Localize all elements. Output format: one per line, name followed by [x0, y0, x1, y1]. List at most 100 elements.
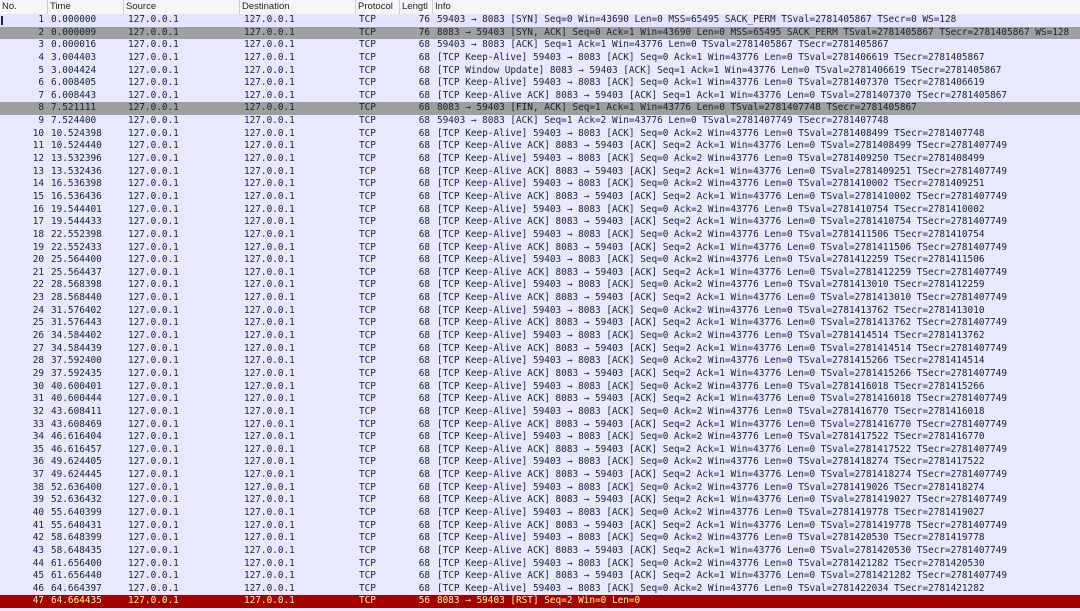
column-header-length[interactable]: Lengtl: [400, 0, 433, 14]
packet-row[interactable]: 37 49.624445 127.0.0.1 127.0.0.1 TCP 68 [TCP K…: [0, 469, 1080, 482]
packet-row[interactable]: 38 52.636400 127.0.0.1 127.0.0.1 TCP 68 [TCP K…: [0, 482, 1080, 495]
packet-time: 10.524398: [51, 127, 102, 139]
packet-protocol: TCP: [359, 532, 376, 544]
packet-row[interactable]: 47 64.664435 127.0.0.1 127.0.0.1 TCP 56 8083 →…: [0, 595, 1080, 609]
packet-info: [TCP Keep-Alive ACK] 8083 → 59403 [ACK] …: [437, 140, 1008, 152]
packet-row[interactable]: 23 28.568440 127.0.0.1 127.0.0.1 TCP 68 [TCP K…: [0, 292, 1080, 305]
packet-row[interactable]: 30 40.600401 127.0.0.1 127.0.0.1 TCP 68 [TCP K…: [0, 381, 1080, 394]
packet-source: 127.0.0.1: [128, 544, 179, 556]
packet-destination: 127.0.0.1: [244, 266, 295, 278]
packet-number: 40: [32, 506, 44, 518]
packet-info: [TCP Keep-Alive ACK] 8083 → 59403 [ACK] …: [437, 393, 1008, 405]
packet-row[interactable]: 5 3.004424 127.0.0.1 127.0.0.1 TCP 68 [TCP Win…: [0, 65, 1080, 78]
packet-number: 41: [32, 519, 44, 531]
packet-info: [TCP Keep-Alive] 59403 → 8083 [ACK] Seq=…: [437, 51, 985, 63]
packet-number: 28: [32, 355, 44, 367]
packet-source: 127.0.0.1: [128, 595, 179, 607]
packet-length: 68: [418, 216, 430, 228]
packet-row[interactable]: 28 37.592400 127.0.0.1 127.0.0.1 TCP 68 [TCP K…: [0, 355, 1080, 368]
packet-row[interactable]: 19 22.552433 127.0.0.1 127.0.0.1 TCP 68 [TCP K…: [0, 242, 1080, 255]
packet-row[interactable]: 21 25.564437 127.0.0.1 127.0.0.1 TCP 68 [TCP K…: [0, 267, 1080, 280]
packet-number: 47: [32, 595, 44, 607]
packet-protocol: TCP: [359, 418, 376, 430]
packet-row[interactable]: 40 55.640399 127.0.0.1 127.0.0.1 TCP 68 [TCP K…: [0, 507, 1080, 520]
packet-row[interactable]: 31 40.600444 127.0.0.1 127.0.0.1 TCP 68 [TCP K…: [0, 393, 1080, 406]
packet-row[interactable]: 11 10.524440 127.0.0.1 127.0.0.1 TCP 68 [TCP K…: [0, 140, 1080, 153]
packet-row[interactable]: 4 3.004403 127.0.0.1 127.0.0.1 TCP 68 [TCP Kee…: [0, 52, 1080, 65]
packet-info: [TCP Keep-Alive] 59403 → 8083 [ACK] Seq=…: [437, 304, 985, 316]
packet-row[interactable]: 12 13.532396 127.0.0.1 127.0.0.1 TCP 68 [TCP K…: [0, 153, 1080, 166]
packet-source: 127.0.0.1: [128, 304, 179, 316]
packet-length: 68: [418, 330, 430, 342]
packet-row[interactable]: 39 52.636432 127.0.0.1 127.0.0.1 TCP 68 [TCP K…: [0, 494, 1080, 507]
column-header-no[interactable]: No.: [0, 0, 48, 14]
packet-row[interactable]: 32 43.608411 127.0.0.1 127.0.0.1 TCP 68 [TCP K…: [0, 406, 1080, 419]
packet-row[interactable]: 34 46.616404 127.0.0.1 127.0.0.1 TCP 68 [TCP K…: [0, 431, 1080, 444]
packet-source: 127.0.0.1: [128, 431, 179, 443]
packet-source: 127.0.0.1: [128, 380, 179, 392]
column-header-protocol[interactable]: Protocol: [356, 0, 400, 14]
packet-row[interactable]: 36 49.624405 127.0.0.1 127.0.0.1 TCP 68 [TCP K…: [0, 456, 1080, 469]
column-header-source[interactable]: Source: [124, 0, 240, 14]
packet-row[interactable]: 16 19.544401 127.0.0.1 127.0.0.1 TCP 68 [TCP K…: [0, 204, 1080, 217]
packet-info: [TCP Keep-Alive] 59403 → 8083 [ACK] Seq=…: [437, 228, 985, 240]
packet-list: No. Time Source Destination Protocol Len…: [0, 0, 1080, 611]
packet-row[interactable]: 27 34.584439 127.0.0.1 127.0.0.1 TCP 68 [TCP K…: [0, 343, 1080, 356]
packet-row[interactable]: 18 22.552398 127.0.0.1 127.0.0.1 TCP 68 [TCP K…: [0, 229, 1080, 242]
packet-length: 68: [418, 165, 430, 177]
packet-row[interactable]: 29 37.592435 127.0.0.1 127.0.0.1 TCP 68 [TCP K…: [0, 368, 1080, 381]
packet-length: 68: [418, 582, 430, 594]
packet-row[interactable]: 45 61.656440 127.0.0.1 127.0.0.1 TCP 68 [TCP K…: [0, 570, 1080, 583]
packet-length: 68: [418, 494, 430, 506]
packet-row[interactable]: 3 0.000016 127.0.0.1 127.0.0.1 TCP 68 59403 → …: [0, 39, 1080, 52]
packet-row[interactable]: 7 6.008443 127.0.0.1 127.0.0.1 TCP 68 [TCP Kee…: [0, 90, 1080, 103]
packet-row[interactable]: 24 31.576402 127.0.0.1 127.0.0.1 TCP 68 [TCP K…: [0, 305, 1080, 318]
packet-row[interactable]: 10 10.524398 127.0.0.1 127.0.0.1 TCP 68 [TCP K…: [0, 128, 1080, 141]
packet-row[interactable]: 42 58.648399 127.0.0.1 127.0.0.1 TCP 68 [TCP K…: [0, 532, 1080, 545]
packet-info: [TCP Keep-Alive ACK] 8083 → 59403 [ACK] …: [437, 367, 1008, 379]
packet-length: 68: [418, 405, 430, 417]
packet-row[interactable]: 13 13.532436 127.0.0.1 127.0.0.1 TCP 68 [TCP K…: [0, 166, 1080, 179]
packet-row[interactable]: 22 28.568398 127.0.0.1 127.0.0.1 TCP 68 [TCP K…: [0, 279, 1080, 292]
packet-destination: 127.0.0.1: [244, 190, 295, 202]
packet-destination: 127.0.0.1: [244, 153, 295, 165]
packet-row[interactable]: 41 55.640431 127.0.0.1 127.0.0.1 TCP 68 [TCP K…: [0, 520, 1080, 533]
column-header-time[interactable]: Time: [48, 0, 124, 14]
packet-number: 16: [32, 203, 44, 215]
packet-row[interactable]: 1 0.000000 127.0.0.1 127.0.0.1 TCP 76 59403 → …: [0, 14, 1080, 27]
packet-row[interactable]: 20 25.564400 127.0.0.1 127.0.0.1 TCP 68 [TCP K…: [0, 254, 1080, 267]
packet-length: 68: [418, 51, 430, 63]
packet-number: 29: [32, 367, 44, 379]
packet-protocol: TCP: [359, 469, 376, 481]
packet-row[interactable]: 35 46.616457 127.0.0.1 127.0.0.1 TCP 68 [TCP K…: [0, 444, 1080, 457]
packet-row[interactable]: 9 7.524400 127.0.0.1 127.0.0.1 TCP 68 59403 → …: [0, 115, 1080, 128]
packet-time: 16.536436: [51, 190, 102, 202]
packet-row[interactable]: 26 34.584402 127.0.0.1 127.0.0.1 TCP 68 [TCP K…: [0, 330, 1080, 343]
packet-length: 68: [418, 304, 430, 316]
packet-row[interactable]: 43 58.648435 127.0.0.1 127.0.0.1 TCP 68 [TCP K…: [0, 545, 1080, 558]
packet-row[interactable]: 46 64.664397 127.0.0.1 127.0.0.1 TCP 68 [TCP K…: [0, 583, 1080, 596]
packet-row[interactable]: 6 6.008405 127.0.0.1 127.0.0.1 TCP 68 [TCP Kee…: [0, 77, 1080, 90]
packet-row[interactable]: 8 7.521111 127.0.0.1 127.0.0.1 TCP 68 8083 → 5…: [0, 102, 1080, 116]
packet-time: 49.624405: [51, 456, 102, 468]
packet-row[interactable]: 15 16.536436 127.0.0.1 127.0.0.1 TCP 68 [TCP K…: [0, 191, 1080, 204]
packet-row[interactable]: 44 61.656400 127.0.0.1 127.0.0.1 TCP 68 [TCP K…: [0, 558, 1080, 571]
packet-destination: 127.0.0.1: [244, 342, 295, 354]
column-header-destination[interactable]: Destination: [240, 0, 356, 14]
packet-number: 12: [32, 153, 44, 165]
packet-row[interactable]: 33 43.608469 127.0.0.1 127.0.0.1 TCP 68 [TCP K…: [0, 419, 1080, 432]
column-header-info[interactable]: Info: [433, 0, 1080, 14]
packet-length: 68: [418, 469, 430, 481]
packet-row[interactable]: 17 19.544433 127.0.0.1 127.0.0.1 TCP 68 [TCP K…: [0, 216, 1080, 229]
packet-row[interactable]: 25 31.576443 127.0.0.1 127.0.0.1 TCP 68 [TCP K…: [0, 317, 1080, 330]
packet-destination: 127.0.0.1: [244, 557, 295, 569]
packet-protocol: TCP: [359, 51, 376, 63]
packet-protocol: TCP: [359, 367, 376, 379]
packet-source: 127.0.0.1: [128, 127, 179, 139]
packet-protocol: TCP: [359, 26, 376, 38]
packet-info: [TCP Keep-Alive] 59403 → 8083 [ACK] Seq=…: [437, 254, 985, 266]
packet-length: 68: [418, 317, 430, 329]
packet-row[interactable]: 14 16.536398 127.0.0.1 127.0.0.1 TCP 68 [TCP K…: [0, 178, 1080, 191]
packet-destination: 127.0.0.1: [244, 418, 295, 430]
packet-row[interactable]: 2 0.000009 127.0.0.1 127.0.0.1 TCP 76 8083 → 5…: [0, 26, 1080, 40]
